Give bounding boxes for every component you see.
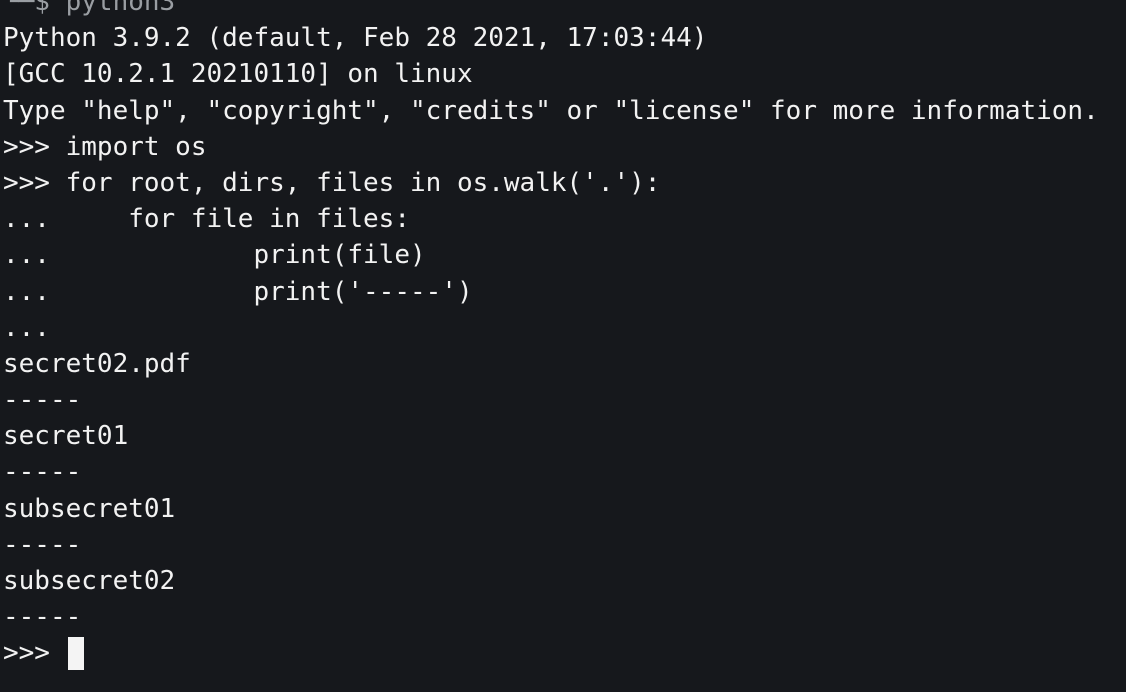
- terminal-window[interactable]: └─$ python3 Python 3.9.2 (default, Feb 2…: [0, 0, 1126, 692]
- input-line: ... print(file): [3, 240, 426, 271]
- output-line: secret02.pdf: [3, 348, 191, 379]
- shell-command: python3: [65, 0, 176, 17]
- input-line: >>> import os: [3, 131, 207, 162]
- output-line: Python 3.9.2 (default, Feb 28 2021, 17:0…: [3, 23, 708, 54]
- current-prompt-line[interactable]: >>>: [3, 635, 1126, 671]
- input-line: ... print('-----'): [3, 276, 473, 307]
- input-line: ... for file in files:: [3, 204, 410, 235]
- input-line: >>> for root, dirs, files in os.walk('.'…: [3, 167, 661, 198]
- output-line: subsecret02: [3, 566, 176, 596]
- input-line: ...: [3, 312, 50, 343]
- output-line: -----: [3, 457, 82, 488]
- shell-prompt-corner: └─$: [3, 0, 66, 17]
- output-line: -----: [3, 602, 82, 633]
- python-prompt: >>>: [3, 638, 66, 669]
- output-line: [GCC 10.2.1 20210110] on linux: [3, 59, 473, 90]
- output-line: Type "help", "copyright", "credits" or "…: [3, 95, 1099, 126]
- text-cursor: [67, 636, 84, 670]
- output-line: -----: [3, 529, 82, 560]
- output-line: -----: [3, 385, 82, 416]
- output-line: subsecret01: [3, 493, 176, 524]
- output-line: secret01: [3, 421, 129, 452]
- shell-prompt-line: └─$ python3: [3, 0, 1126, 20]
